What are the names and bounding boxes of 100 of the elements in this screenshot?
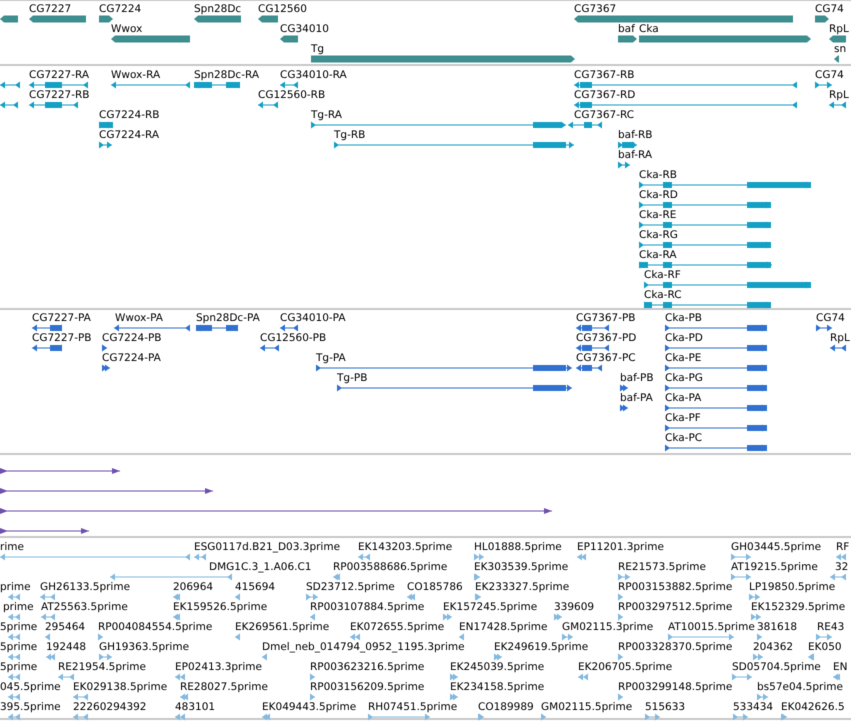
feature-label: EK143203.5prime — [358, 541, 452, 553]
feature-label: DMG1C.3_1.A06.C1 — [209, 561, 312, 573]
feature-label: EK249619.5prime — [494, 641, 588, 653]
feature-label: EP02413.3prime — [175, 661, 262, 673]
feature-label: Cka-PA — [665, 392, 702, 404]
feature-label: baf-PB — [620, 372, 654, 384]
feature-label: 339609 — [554, 601, 594, 613]
feature-label: GM02115.3prime — [562, 621, 654, 633]
feature-label: CG12560 — [258, 3, 307, 15]
feature-label: 192448 — [46, 641, 86, 653]
feature-label: Spn28Dc-PA — [196, 312, 260, 324]
feature-label: baf-RA — [618, 149, 652, 161]
feature-label: Cka-RG — [639, 229, 678, 241]
feature-label: SD05704.5prime — [732, 661, 821, 673]
feature-label: RE43 — [817, 621, 844, 633]
feature-label: baf-PA — [620, 392, 653, 404]
feature-label: RE21573.5prime — [618, 561, 706, 573]
feature-label: HL01888.5prime — [474, 541, 562, 553]
feature-label: 295464 — [45, 621, 86, 633]
feature-label: 22260294392 — [73, 701, 146, 713]
feature-label: Cka-PC — [665, 432, 702, 444]
feature-label: CG7224-PB — [102, 332, 162, 344]
feature-label: 5prime — [0, 641, 38, 653]
feature-label: EK157245.5prime — [443, 601, 538, 613]
feature-label: CG12560-RB — [258, 89, 326, 101]
feature-label: CG7224-RA — [99, 129, 160, 141]
feature-label: 5prime — [0, 621, 38, 633]
feature-label: RpL — [830, 332, 850, 344]
feature-label: 515633 — [645, 701, 686, 713]
feature-label: RP003623216.5prime — [310, 661, 424, 673]
feature-label: 32 — [835, 561, 848, 573]
feature-label: RE21954.5prime — [58, 661, 146, 673]
feature-label: GM02115.5prime — [541, 701, 632, 713]
feature-label: RE28027.5prime — [180, 681, 268, 693]
feature-label: RH07451.5prime — [368, 701, 458, 713]
feature-label: EP11201.3prime — [577, 541, 664, 553]
feature-label: CG7227-PA — [32, 312, 91, 324]
feature-label: CG7367-RD — [574, 89, 636, 101]
feature-label: LP19850.5prime — [749, 581, 836, 593]
feature-label: CG7227-RA — [29, 69, 90, 81]
feature-label: CO185786 — [407, 581, 463, 593]
feature-label: Tg-RB — [334, 129, 366, 141]
feature-label: CG12560-PB — [260, 332, 326, 344]
feature-label: EK050 — [808, 641, 842, 653]
feature-label: RP003588686.5prime — [333, 561, 448, 573]
feature-label: CG34010-PA — [280, 312, 346, 324]
feature-label: Wwox-RA — [111, 69, 160, 81]
feature-label: Wwox — [111, 23, 142, 35]
feature-label: EK029138.5prime — [73, 681, 168, 693]
feature-label: CG7367-RB — [574, 69, 634, 81]
feature-label: rime — [0, 541, 24, 553]
feature-label: 206964 — [173, 581, 214, 593]
feature-label: Cka-RD — [639, 189, 678, 201]
feature-label: CG7227-PB — [32, 332, 92, 344]
feature-label: baf — [618, 23, 635, 35]
feature-label: EK049443.5prime — [262, 701, 356, 713]
feature-label: EK072655.5prime — [350, 621, 444, 633]
feature-label: CG7227-RB — [29, 89, 90, 101]
feature-label: Cka-RB — [639, 169, 677, 181]
feature-label: RP003153882.5prime — [618, 581, 732, 593]
feature-label: GH26133.5prime — [40, 581, 130, 593]
feature-label: Cka-PG — [665, 372, 703, 384]
feature-label: RpL — [829, 89, 849, 101]
feature-label: 533434 — [733, 701, 774, 713]
feature-label: Dmel_neb_014794_0952_1195.3prime — [262, 641, 465, 653]
feature-label: Cka-PB — [665, 312, 702, 324]
feature-label: Spn28Dc — [194, 3, 242, 15]
feature-label: Cka-PF — [665, 412, 701, 424]
feature-label: CG7224 — [99, 3, 142, 15]
feature-label: EK245039.5prime — [450, 661, 544, 673]
feature-label: AT10015.5prime — [668, 621, 755, 633]
feature-label: CG7367-PC — [576, 352, 636, 364]
feature-label: RP003299148.5prime — [618, 681, 732, 693]
feature-label: EK234158.5prime — [450, 681, 544, 693]
feature-label: EN17428.5prime — [459, 621, 548, 633]
feature-label: Cka-PE — [665, 352, 702, 364]
feature-label: GH19363.5prime — [99, 641, 190, 653]
feature-label: Tg-RA — [311, 109, 342, 121]
feature-label: EK233327.5prime — [475, 581, 570, 593]
feature-label: CG7367-PB — [576, 312, 636, 324]
feature-label: Cka-RA — [639, 249, 677, 261]
feature-label: prime — [0, 581, 31, 593]
feature-label: Cka-RE — [639, 209, 676, 221]
feature-label: CG7367-PD — [576, 332, 636, 344]
feature-label: sn — [834, 43, 846, 55]
feature-label: EK042626.5 — [781, 701, 845, 713]
feature-label: RF — [836, 541, 850, 553]
feature-label: Cka-RC — [644, 289, 682, 301]
feature-label: CG7224-PA — [102, 352, 161, 364]
feature-label: AT19215.5prime — [731, 561, 818, 573]
feature-label: CG34010-RA — [280, 69, 347, 81]
feature-label: 5prime — [0, 661, 38, 673]
feature-label: Cka-PD — [665, 332, 703, 344]
feature-label: CG74 — [815, 3, 844, 15]
feature-label: Cka-RF — [644, 269, 681, 281]
feature-label: CG7224-RB — [99, 109, 160, 121]
feature-label: 395.5prime — [0, 701, 61, 713]
feature-label: Tg-PB — [337, 372, 368, 384]
feature-label: 204362 — [753, 641, 794, 653]
feature-label: RP003297512.5prime — [618, 601, 732, 613]
